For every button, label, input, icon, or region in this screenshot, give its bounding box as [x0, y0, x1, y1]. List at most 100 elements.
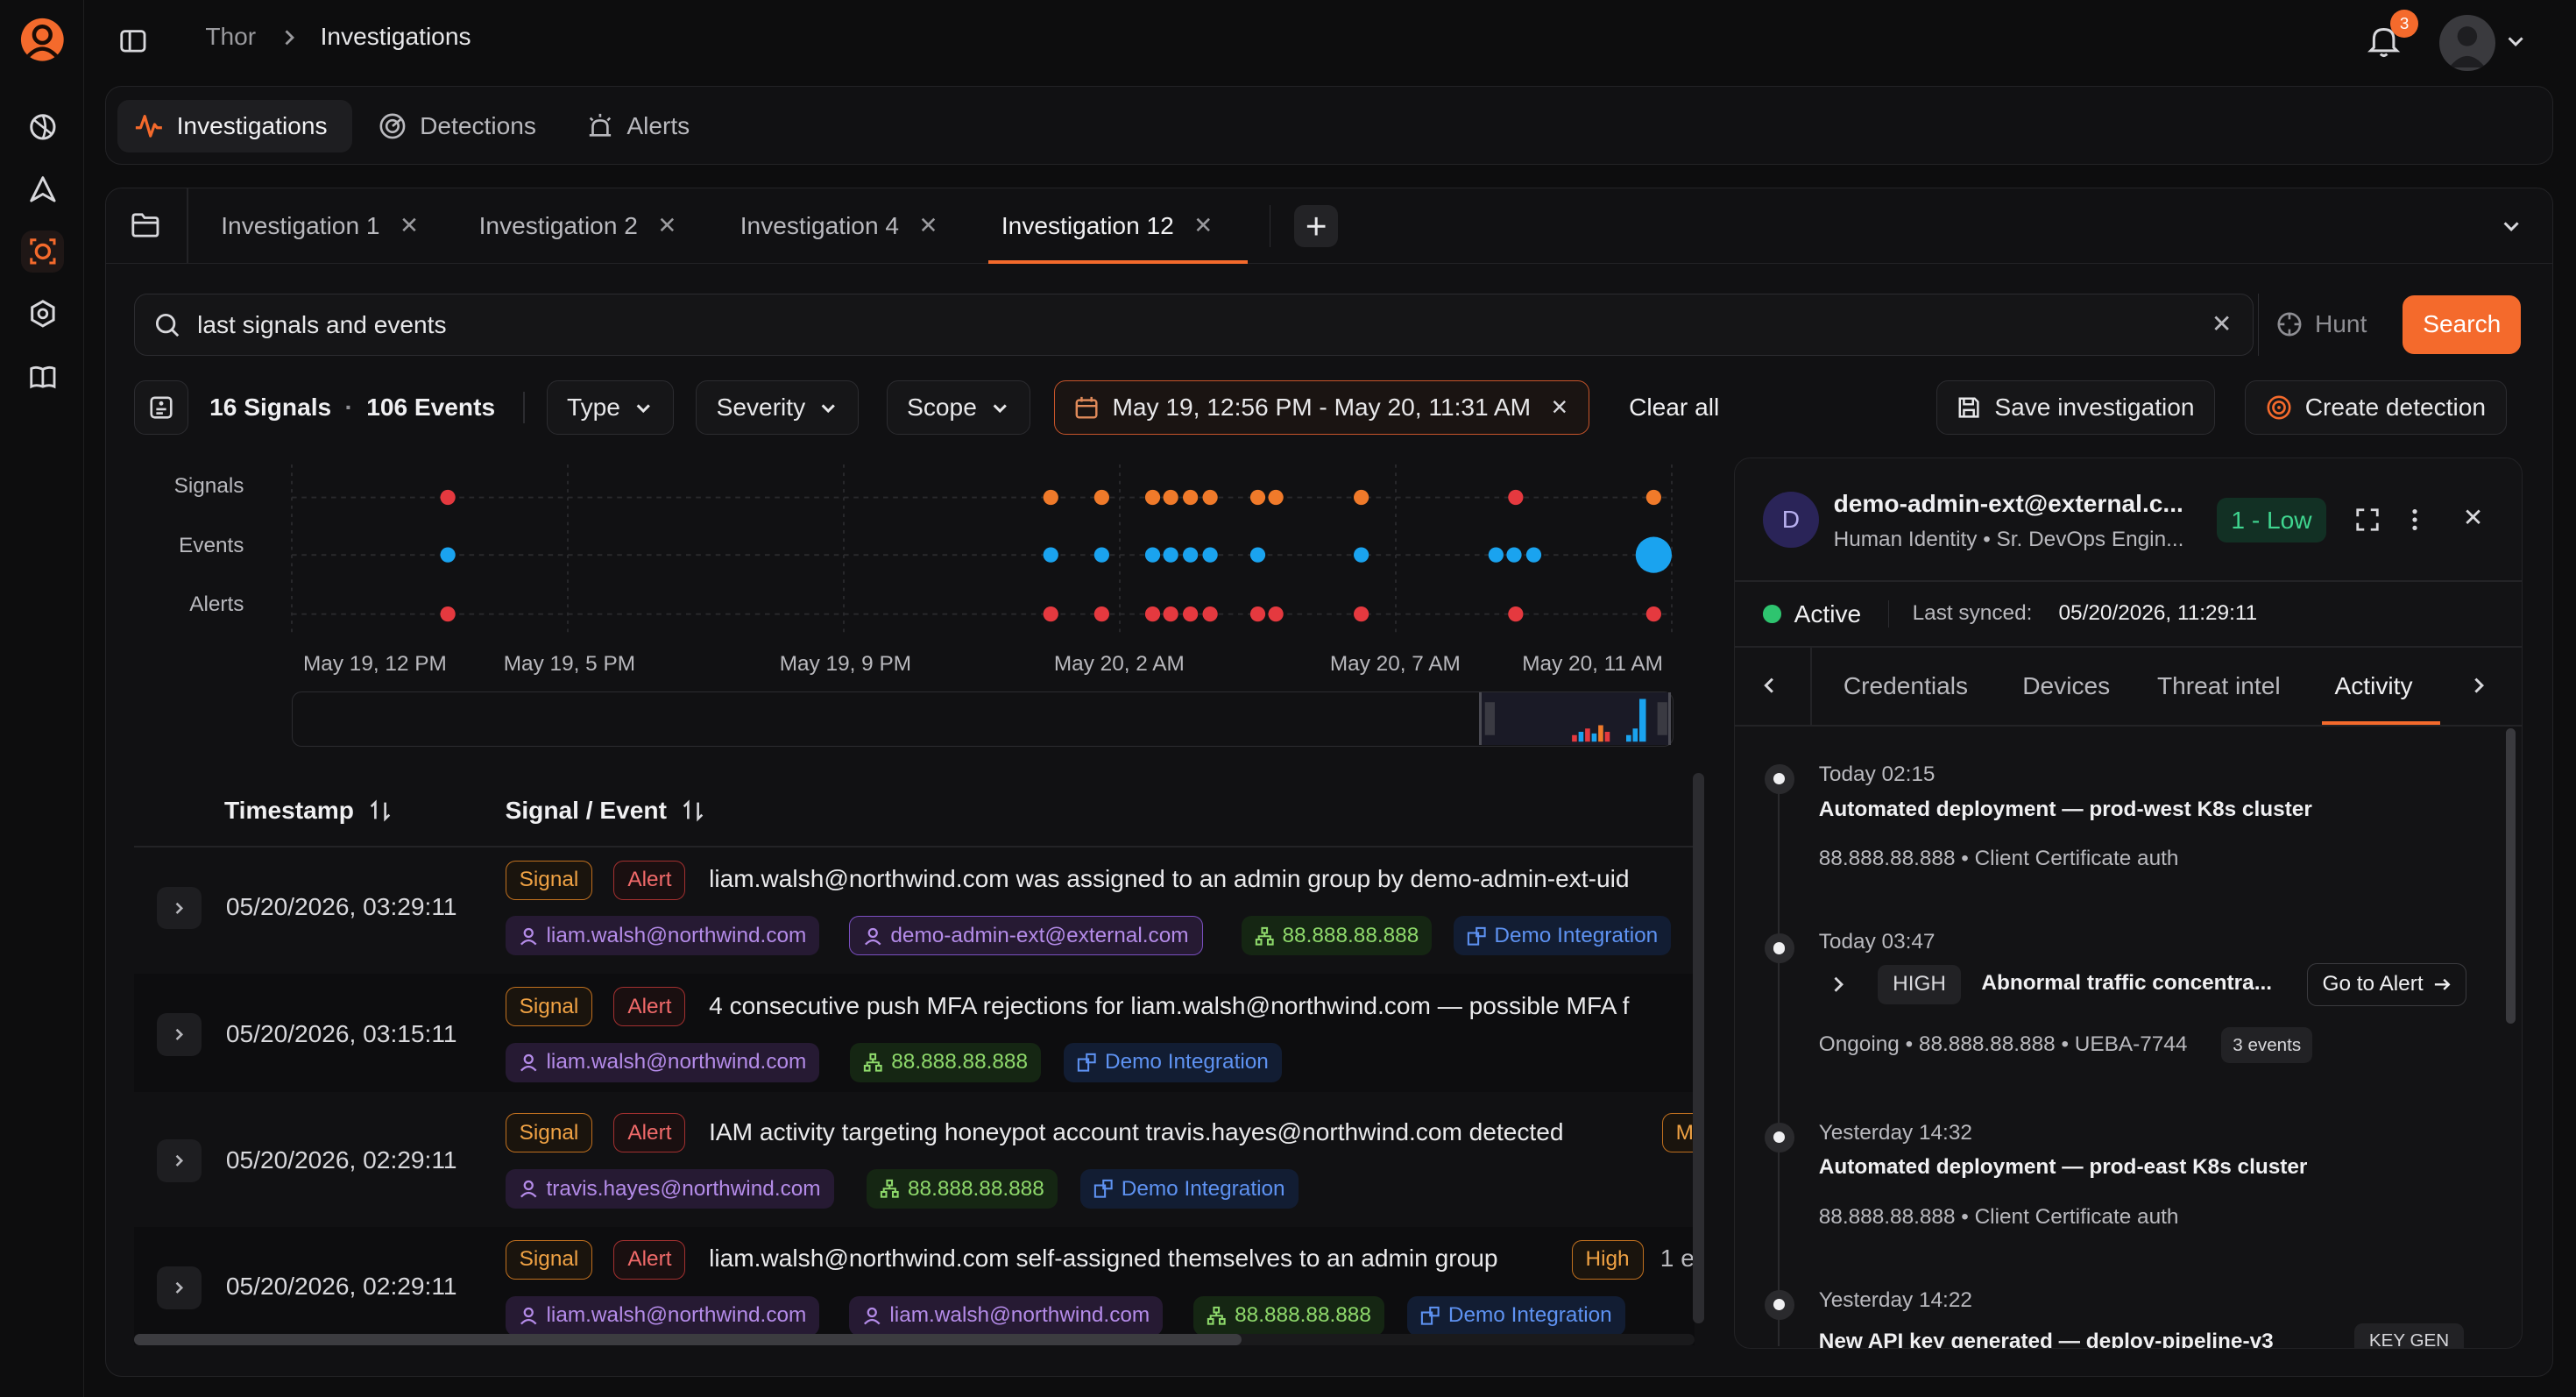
chevron-right-icon: [175, 902, 184, 914]
horizontal-scrollbar[interactable]: [133, 1333, 1695, 1345]
timeline-dot: [1764, 1122, 1794, 1152]
integration-tag[interactable]: Demo Integration: [1064, 1042, 1282, 1082]
left-rail: [0, 0, 84, 1397]
go-to-alert-button[interactable]: Go to Alert: [2306, 962, 2467, 1006]
breadcrumb-root[interactable]: Thor: [205, 23, 256, 51]
button-label: Go to Alert: [2322, 972, 2424, 996]
tab-threat-intel[interactable]: Threat intel: [2157, 672, 2281, 700]
signal-badge: Signal: [505, 987, 593, 1026]
notification-badge: 3: [2390, 10, 2418, 39]
user-icon: [520, 1307, 537, 1325]
button-label: Save investigation: [1994, 394, 2195, 422]
user-tag[interactable]: liam.walsh@northwind.com: [505, 1042, 820, 1082]
radar-icon: [379, 113, 406, 138]
hunt-button[interactable]: Hunt: [2258, 293, 2393, 356]
triangle-nav-icon[interactable]: [21, 167, 64, 210]
network-icon: [864, 1053, 883, 1072]
investigations-nav-icon[interactable]: [21, 230, 65, 273]
breadcrumb-separator-icon: [280, 23, 300, 53]
expand-row-button[interactable]: [157, 886, 202, 930]
tab-investigations[interactable]: Investigations: [117, 99, 353, 152]
timeline-dot: [1764, 933, 1794, 963]
expand-icon[interactable]: [2354, 507, 2381, 533]
tabs-prev-icon[interactable]: [1758, 674, 1780, 697]
app-logo[interactable]: [20, 17, 65, 66]
tab-devices[interactable]: Devices: [2022, 672, 2110, 700]
row-title[interactable]: 4 consecutive push MFA rejections for li…: [709, 992, 1629, 1020]
user-tag[interactable]: travis.hayes@northwind.com: [505, 1169, 834, 1209]
signal-badge: Signal: [505, 860, 593, 900]
entity-name: demo-admin-ext@external.c...: [1833, 489, 2183, 517]
row-timestamp: 05/20/2026, 02:29:11: [225, 1273, 457, 1301]
tag-label: Demo Integration: [1105, 1050, 1269, 1074]
chevron-down-icon[interactable]: [2504, 30, 2527, 53]
more-options-icon[interactable]: [2402, 507, 2428, 533]
ip-tag[interactable]: 88.888.88.888: [1193, 1295, 1384, 1336]
ip-tag[interactable]: 88.888.88.888: [1241, 916, 1433, 956]
panel-scrollbar[interactable]: [2505, 727, 2516, 1025]
alert-badge: Alert: [613, 1239, 686, 1280]
hunt-label: Hunt: [2315, 310, 2367, 338]
signal-badge: Signal: [505, 1239, 593, 1280]
table-row[interactable]: 05/20/2026, 02:29:11 Signal Alert IAM ac…: [134, 1100, 1695, 1218]
sidebar-toggle-icon[interactable]: [118, 26, 148, 56]
tab-alerts[interactable]: Alerts: [570, 100, 706, 152]
row-title[interactable]: liam.walsh@northwind.com was assigned to…: [709, 865, 1629, 893]
create-detection-button[interactable]: Create detection: [2245, 380, 2507, 435]
alert-badge: Alert: [613, 860, 686, 900]
tag-label: 88.888.88.888: [1282, 923, 1419, 947]
tag-label: liam.walsh@northwind.com: [546, 1050, 807, 1074]
clear-search-icon[interactable]: ✕: [2212, 309, 2233, 338]
tag-label: 88.888.88.888: [891, 1050, 1029, 1074]
save-investigation-button[interactable]: Save investigation: [1936, 380, 2216, 435]
activity-time: Today 03:47: [1818, 930, 1936, 954]
row-title[interactable]: liam.walsh@northwind.com self-assigned t…: [709, 1245, 1497, 1273]
scrollbar-thumb[interactable]: [1693, 773, 1705, 1324]
expand-alert-icon[interactable]: [1829, 975, 1849, 995]
user-icon: [520, 1181, 537, 1198]
tab-label: Investigations: [176, 111, 328, 139]
table-row[interactable]: 05/20/2026, 02:29:11 Signal Alert liam.w…: [133, 1226, 1695, 1345]
alert-badge: Alert: [613, 987, 686, 1026]
close-panel-icon[interactable]: ✕: [2463, 503, 2484, 532]
tab-detections[interactable]: Detections: [363, 100, 553, 152]
chevron-right-icon: [175, 1281, 184, 1294]
chevron-right-icon: [175, 1028, 184, 1040]
severity-badge: High: [1571, 1239, 1644, 1280]
row-title[interactable]: IAM activity targeting honeypot account …: [709, 1118, 1563, 1146]
user-icon: [864, 927, 881, 946]
hexagon-nav-icon[interactable]: [21, 293, 64, 336]
activity-tag: KEY GEN: [2354, 1323, 2465, 1348]
user-tag[interactable]: liam.walsh@northwind.com: [848, 1295, 1164, 1336]
tab-credentials[interactable]: Credentials: [1844, 672, 1968, 700]
signal-badge: Signal: [505, 1113, 593, 1153]
ip-tag[interactable]: 88.888.88.888: [867, 1169, 1058, 1209]
user-avatar[interactable]: [2439, 14, 2496, 71]
expand-row-button[interactable]: [157, 1266, 202, 1309]
user-tag[interactable]: demo-admin-ext@external.com: [848, 916, 1203, 956]
scrollbar-thumb[interactable]: [133, 1333, 1242, 1345]
status-label: Active: [1794, 599, 1862, 628]
integration-tag[interactable]: Demo Integration: [1407, 1295, 1625, 1336]
integration-icon: [1467, 926, 1486, 946]
integration-tag[interactable]: Demo Integration: [1079, 1169, 1299, 1209]
integration-tag[interactable]: Demo Integration: [1453, 916, 1672, 956]
row-timestamp: 05/20/2026, 03:29:11: [225, 893, 457, 921]
book-icon[interactable]: [21, 355, 64, 398]
tag-label: travis.hayes@northwind.com: [546, 1176, 821, 1201]
tab-activity[interactable]: Activity: [2335, 672, 2413, 700]
search-button[interactable]: Search: [2403, 294, 2522, 355]
expand-row-button[interactable]: [157, 1139, 202, 1183]
user-tag[interactable]: liam.walsh@northwind.com: [505, 1295, 820, 1336]
user-tag[interactable]: liam.walsh@northwind.com: [505, 916, 820, 956]
globe-shield-icon[interactable]: [21, 105, 64, 148]
timeline-dot: [1764, 764, 1794, 794]
table-row[interactable]: 05/20/2026, 03:15:11 Signal Alert 4 cons…: [133, 974, 1695, 1092]
table-row[interactable]: 05/20/2026, 03:29:11 Signal Alert liam.w…: [134, 847, 1695, 966]
tabs-next-icon[interactable]: [2467, 674, 2490, 697]
expand-row-button[interactable]: [157, 1013, 202, 1056]
chevron-down-icon[interactable]: [2500, 215, 2523, 238]
ip-tag[interactable]: 88.888.88.888: [850, 1042, 1042, 1082]
risk-badge: 1 - Low: [2216, 498, 2327, 542]
vertical-scrollbar[interactable]: [1693, 773, 1705, 1324]
